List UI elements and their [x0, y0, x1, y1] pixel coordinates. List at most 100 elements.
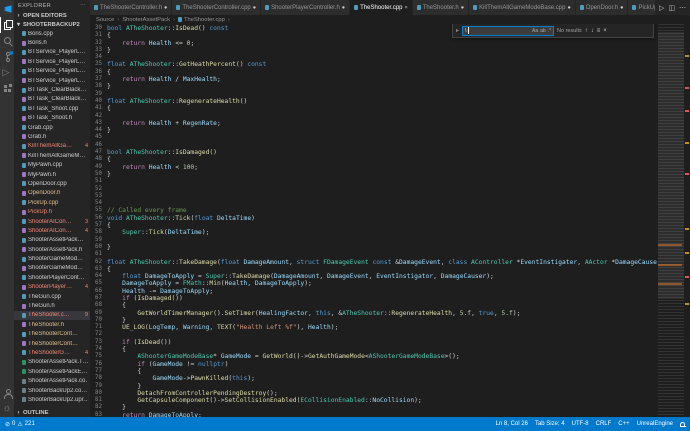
file-item[interactable]: BTTask_ClearBlack… — [14, 95, 90, 104]
code-line[interactable]: 56 void ATheShooter::Tick(float DeltaTime… — [90, 215, 658, 222]
file-item[interactable]: MyPawn.h — [14, 170, 90, 179]
open-editors-section[interactable]: › OPEN EDITORS — [14, 11, 90, 20]
code-line[interactable]: 44} — [90, 127, 658, 134]
breadcrumb-item[interactable]: Source — [96, 17, 114, 23]
code-line[interactable]: 74 { — [90, 346, 658, 353]
code-line[interactable]: 59 — [90, 237, 658, 244]
code-line[interactable]: 72 — [90, 331, 658, 338]
file-item[interactable]: ShooterAssetPack.h — [14, 245, 90, 254]
file-item[interactable]: TheShooter.c… 9 — [14, 310, 90, 321]
file-item[interactable]: Boris.h — [14, 38, 90, 47]
tab[interactable]: KillThemAllGameModeBase.cpp ● — [469, 0, 576, 15]
file-item[interactable]: BTService_PlayerL… — [14, 48, 90, 57]
code-line[interactable]: 62 float ATheShooter::TakeDamage(float Da… — [90, 259, 658, 266]
file-item[interactable]: KillThemAllGa… 4 — [14, 142, 90, 151]
toggle-replace-icon[interactable]: ▸ — [456, 27, 459, 34]
activity-account-icon[interactable] — [0, 385, 14, 401]
regex-icon[interactable]: .* — [548, 28, 551, 34]
code-line[interactable]: 50} — [90, 171, 658, 178]
status-item[interactable]: Tab Size: 4 — [535, 421, 565, 427]
tab[interactable]: TheShooterController.cpp ● — [172, 0, 262, 15]
file-item[interactable]: BTService_PlayerL… — [14, 57, 90, 66]
folder-section[interactable]: ▾ SHOOTERBACKUP2 — [14, 20, 90, 29]
status-item[interactable]: UTF-8 — [572, 421, 589, 427]
tab[interactable]: ShooterPlayerController.h ● — [261, 0, 351, 15]
code-line[interactable]: 67 if (IsDamaged()) — [90, 295, 658, 302]
file-item[interactable]: KillThemAllGameM… — [14, 151, 90, 160]
file-item[interactable]: MyPawn.cpp — [14, 160, 90, 169]
code-line[interactable]: 75 AShooterGameModeBase* GameMode = GetW… — [90, 353, 658, 360]
file-item[interactable]: ShooterPlayer… 4 — [14, 283, 90, 292]
activity-menu-icon[interactable] — [0, 1, 14, 17]
modified-dot-icon[interactable]: ● — [461, 5, 464, 11]
status-item[interactable]: CRLF — [596, 421, 612, 427]
code-line[interactable]: 36 { — [90, 69, 658, 76]
code-line[interactable]: 60} — [90, 244, 658, 251]
code-line[interactable]: 34 — [90, 54, 658, 61]
activity-search-icon[interactable] — [0, 33, 14, 49]
overview-ruler[interactable] — [684, 24, 690, 417]
status-item[interactable]: Ln 8, Col 26 — [496, 421, 528, 427]
code-line[interactable]: 45 — [90, 134, 658, 141]
tab[interactable]: PickUp.cpp● — [628, 0, 655, 15]
code-line[interactable]: 76 if (GameMode != nullptr) — [90, 361, 658, 368]
file-item[interactable]: ShooterPlayerCont… — [14, 273, 90, 282]
code-line[interactable]: 53 — [90, 193, 658, 200]
close-find-icon[interactable]: × — [603, 28, 607, 34]
modified-dot-icon[interactable]: ● — [620, 5, 623, 11]
run-button-icon[interactable]: ▷ — [659, 4, 664, 12]
minimap-slider[interactable] — [658, 31, 684, 300]
code-line[interactable]: 43 return Health + RegenRate; — [90, 120, 658, 127]
file-item[interactable]: OpenDoor.h — [14, 189, 90, 198]
code-line[interactable]: 48 { — [90, 156, 658, 163]
code-line[interactable]: 58 Super::Tick(DeltaTime); — [90, 229, 658, 236]
close-tab-icon[interactable]: × — [405, 5, 408, 11]
modified-dot-icon[interactable]: ● — [342, 5, 345, 11]
find-previous-icon[interactable]: ↑ — [585, 28, 588, 34]
file-item[interactable]: Grab.cpp — [14, 123, 90, 132]
file-item[interactable]: BTService_PlayerL… — [14, 76, 90, 85]
file-item[interactable]: TheGun.cpp — [14, 292, 90, 301]
code-line[interactable]: 39 — [90, 91, 658, 98]
code-line[interactable]: 78 GameMode->PawnKilled(this); — [90, 375, 658, 382]
find-next-icon[interactable]: ↓ — [591, 28, 594, 34]
code-line[interactable]: 46 — [90, 142, 658, 149]
breadcrumb-item-file[interactable]: TheShooter.cpp — [177, 17, 225, 23]
code-line[interactable]: 52 — [90, 186, 658, 193]
problems-indicator[interactable]: ⊘ 0 ⚠ 221 — [5, 421, 35, 428]
code-line[interactable]: 51 — [90, 178, 658, 185]
more-actions-icon[interactable]: ⋯ — [679, 4, 686, 12]
file-item[interactable]: TheShooterCont… — [14, 330, 90, 339]
tab[interactable]: OpenDoor.h ● — [575, 0, 629, 15]
match-case-icon[interactable]: Aa — [532, 28, 538, 34]
activity-run-debug-icon[interactable] — [0, 65, 14, 81]
file-item[interactable]: TheShooterG… 4 — [14, 348, 90, 357]
find-input[interactable]: \ Aa ab .* — [462, 25, 555, 36]
code-line[interactable]: 40 float ATheShooter::RegenerateHealth() — [90, 98, 658, 105]
file-item[interactable]: ShooterGameMod… — [14, 264, 90, 273]
code-line[interactable]: 35 float ATheShooter::GetHeathPercent() c… — [90, 61, 658, 68]
code-line[interactable]: 71 UE_LOG(LogTemp, Warning, TEXT("Health… — [90, 324, 658, 331]
file-item[interactable]: BTTask_Shoot.h — [14, 114, 90, 123]
activity-settings-icon[interactable] — [0, 401, 14, 417]
file-item[interactable]: ShooterBackUp2.co… — [14, 386, 90, 395]
modified-dot-icon[interactable]: ● — [253, 5, 256, 11]
file-item[interactable]: ShooterAssetPackE… — [14, 367, 90, 376]
code-line[interactable]: 73 if (IsDead()) — [90, 339, 658, 346]
status-item[interactable]: UnrealEngine — [637, 421, 673, 427]
code-line[interactable]: 65 DamageToApply = FMath::Min(Health, Da… — [90, 280, 658, 287]
code-line[interactable]: 33} — [90, 47, 658, 54]
code-line[interactable]: 64 float DamageToApply = Super::TakeDama… — [90, 273, 658, 280]
code-line[interactable]: 70 } — [90, 317, 658, 324]
file-item[interactable]: Boris.cpp — [14, 29, 90, 38]
tab[interactable]: TheShooterController.h ● — [90, 0, 173, 15]
code-line[interactable]: 55 // Called every frame — [90, 207, 658, 214]
file-item[interactable]: TheShooter.h — [14, 320, 90, 329]
code-line[interactable]: 47 bool ATheShooter::IsDamaged() — [90, 149, 658, 156]
code-line[interactable]: 80 DetachFromControllerPendingDestroy(); — [90, 390, 658, 397]
file-item[interactable]: BTTask_Shoot.cpp — [14, 104, 90, 113]
whole-word-icon[interactable]: ab — [540, 28, 546, 34]
outline-section[interactable]: › OUTLINE — [14, 408, 90, 417]
code-line[interactable]: 41 { — [90, 105, 658, 112]
sidebar-more-actions-icon[interactable]: ⋯ — [80, 3, 86, 9]
